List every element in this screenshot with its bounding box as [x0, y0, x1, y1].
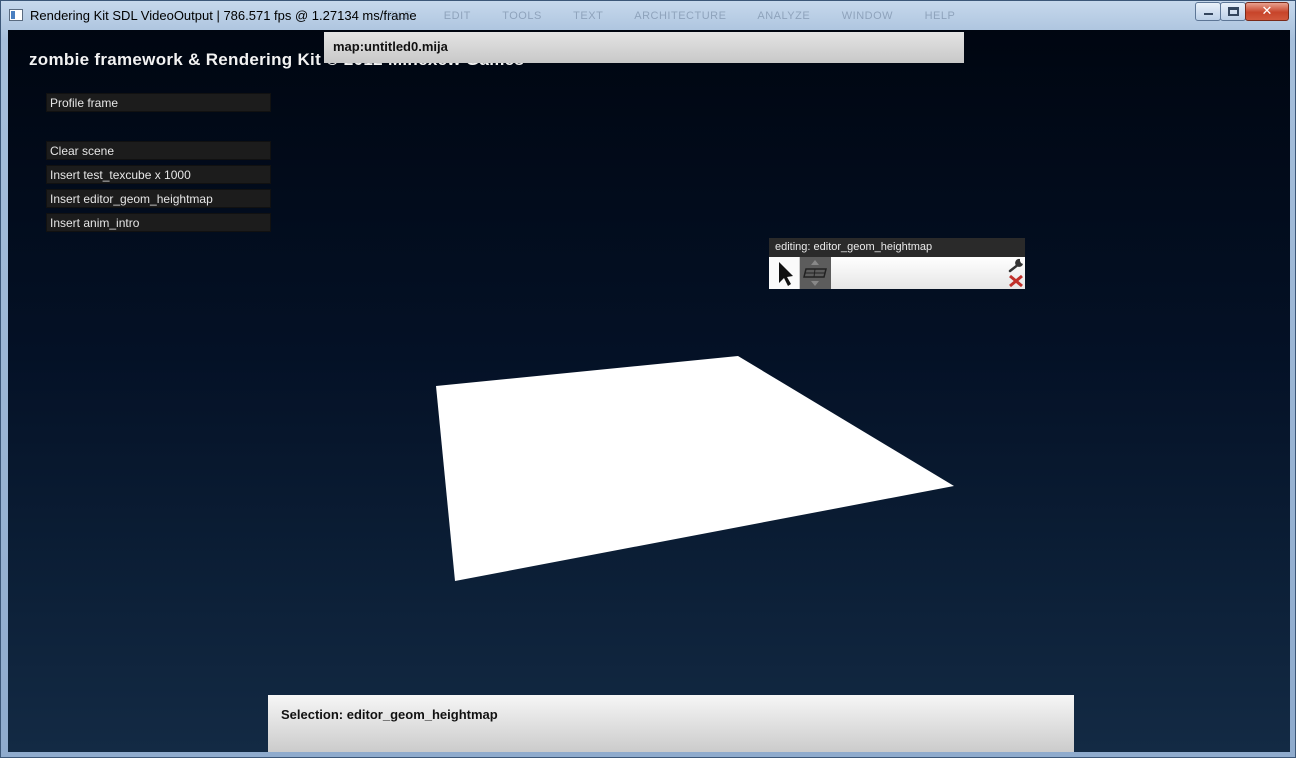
- selection-status-bar: Selection: editor_geom_heightmap: [268, 695, 1074, 752]
- ghost-menu-item: ANALYZE: [757, 10, 811, 22]
- insert-heightmap-button[interactable]: Insert editor_geom_heightmap: [46, 189, 271, 208]
- selection-label: Selection: editor_geom_heightmap: [281, 707, 498, 722]
- insert-anim-intro-button[interactable]: Insert anim_intro: [46, 213, 271, 232]
- map-name-bar: map:untitled0.mija: [324, 32, 964, 63]
- edit-toolbar: [769, 257, 1025, 289]
- close-icon: ✕: [1261, 4, 1273, 19]
- ghost-menu-item: WINDOW: [841, 10, 894, 22]
- window-controls: ✕: [1195, 2, 1289, 22]
- app-icon: [9, 9, 23, 21]
- heightmap-plane[interactable]: [8, 30, 1290, 752]
- ghost-menu-item: ARCHITECTURE: [634, 10, 727, 22]
- ghost-menu-item: EDIT: [443, 10, 471, 22]
- close-x-icon[interactable]: [1008, 274, 1024, 288]
- ghost-menu-item: FILE: [387, 10, 413, 22]
- heightmap-surface[interactable]: [436, 356, 954, 581]
- clear-scene-button[interactable]: Clear scene: [46, 141, 271, 160]
- maximize-button[interactable]: [1220, 2, 1246, 21]
- title-bar[interactable]: Rendering Kit SDL VideoOutput | 786.571 …: [1, 1, 1295, 31]
- window-title: Rendering Kit SDL VideoOutput | 786.571 …: [30, 8, 417, 23]
- ghost-menu-bar: FILE EDIT TOOLS TEXT ARCHITECTURE ANALYZ…: [387, 10, 983, 22]
- maximize-icon: [1228, 7, 1239, 16]
- minimize-icon: [1204, 13, 1213, 15]
- profile-frame-button[interactable]: Profile frame: [46, 93, 271, 112]
- cursor-arrow-icon: [779, 262, 793, 286]
- insert-texcube-button[interactable]: Insert test_texcube x 1000: [46, 165, 271, 184]
- render-viewport[interactable]: zombie framework & Rendering Kit © 2012 …: [8, 30, 1290, 752]
- pan-tool-button[interactable]: [800, 257, 831, 289]
- ghost-menu-item: HELP: [924, 10, 956, 22]
- close-button[interactable]: ✕: [1245, 2, 1289, 21]
- edit-panel: editing: editor_geom_heightmap: [769, 238, 1025, 289]
- ghost-menu-item: TOOLS: [502, 10, 542, 22]
- edit-panel-title[interactable]: editing: editor_geom_heightmap: [769, 238, 1025, 257]
- ghost-menu-item: TEXT: [573, 10, 604, 22]
- app-window: Rendering Kit SDL VideoOutput | 786.571 …: [0, 0, 1296, 758]
- minimize-button[interactable]: [1195, 2, 1221, 21]
- select-tool-button[interactable]: [769, 257, 800, 289]
- pan-move-icon: [803, 260, 827, 286]
